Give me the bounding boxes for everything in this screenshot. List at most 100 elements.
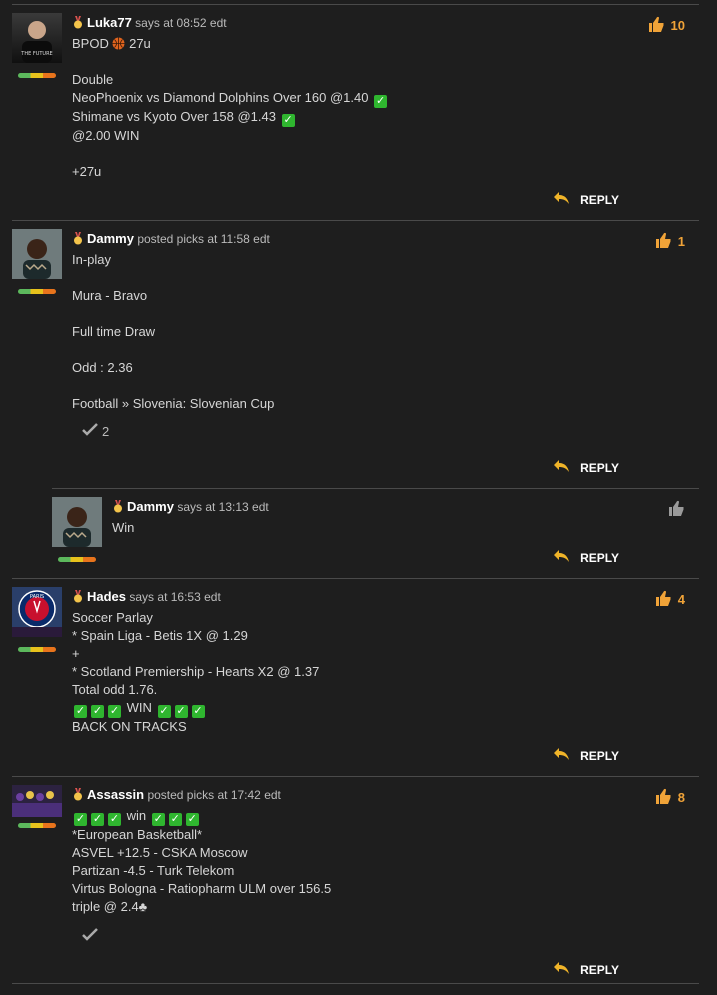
user-rating-bar bbox=[18, 73, 56, 78]
confirm-count: 2 bbox=[102, 423, 110, 439]
reply-arrow-icon bbox=[553, 191, 570, 208]
post-line: Football » Slovenia: Slovenian Cup bbox=[72, 396, 275, 411]
thumbs-up-icon bbox=[654, 231, 672, 252]
like-button[interactable]: 4 bbox=[654, 589, 685, 610]
post-body: Soccer Parlay * Spain Liga - Betis 1X @ … bbox=[72, 609, 579, 736]
check-icon bbox=[82, 928, 98, 944]
username[interactable]: Dammy bbox=[87, 231, 134, 246]
post-dammy-picks: Dammy posted picks at 11:58 edt In-play … bbox=[12, 220, 699, 481]
checkmark-icon: ✓ bbox=[168, 813, 182, 826]
checkmark-icon: ✓ bbox=[108, 813, 121, 826]
post-time: at 08:52 edt bbox=[163, 16, 227, 30]
post-time: at 16:53 edt bbox=[157, 590, 221, 604]
checkmark-icon: ✓ bbox=[74, 705, 87, 718]
post-line: Total odd 1.76. bbox=[72, 682, 158, 697]
post-line: * Spain Liga - Betis 1X @ 1.29 bbox=[72, 628, 248, 643]
medal-icon bbox=[72, 16, 84, 33]
post-line: + bbox=[72, 646, 80, 661]
avatar[interactable] bbox=[52, 497, 102, 547]
user-rating-bar bbox=[18, 647, 56, 652]
post-content: Luka77 says at 08:52 edt BPOD 27u Double… bbox=[72, 15, 579, 181]
reply-button[interactable]: REPLY bbox=[553, 191, 619, 208]
checkmark-icon: ✓ bbox=[157, 705, 171, 718]
post-dammy-reply: Dammy says at 13:13 edt Win REPLY bbox=[52, 488, 699, 571]
post-content: Assassin posted picks at 17:42 edt ✓ ✓ ✓ w… bbox=[72, 787, 579, 944]
avatar[interactable]: PARIS bbox=[12, 587, 62, 637]
thumbs-up-icon bbox=[647, 15, 665, 36]
post-line: In-play bbox=[72, 252, 112, 267]
post-verb: says bbox=[177, 500, 202, 514]
thumbs-up-icon bbox=[654, 589, 672, 610]
reply-button[interactable]: REPLY bbox=[553, 549, 619, 566]
post-line: Mura - Bravo bbox=[72, 288, 148, 303]
reply-label: REPLY bbox=[580, 748, 619, 763]
like-count: 4 bbox=[677, 592, 685, 607]
checkmark-icon: ✓ bbox=[151, 813, 165, 826]
username[interactable]: Luka77 bbox=[87, 15, 132, 30]
post-time: at 13:13 edt bbox=[205, 500, 269, 514]
reply-label: REPLY bbox=[580, 460, 619, 475]
like-count: 10 bbox=[670, 18, 685, 33]
post-line: Win bbox=[112, 520, 135, 535]
post-header: Dammy says at 13:13 edt bbox=[112, 499, 579, 517]
confirm-button[interactable]: 2 bbox=[82, 423, 579, 439]
post-header: Dammy posted picks at 11:58 edt bbox=[72, 231, 579, 249]
post-line: triple @ 2.4♣ bbox=[72, 899, 148, 914]
reply-button[interactable]: REPLY bbox=[553, 747, 619, 764]
checkmark-icon: ✓ bbox=[108, 705, 121, 718]
avatar[interactable] bbox=[12, 785, 62, 817]
post-line: Full time Draw bbox=[72, 324, 156, 339]
medal-icon bbox=[72, 590, 84, 607]
checkmark-icon: ✓ bbox=[74, 813, 87, 826]
post-time: at 17:42 edt bbox=[217, 788, 281, 802]
user-rating-bar bbox=[18, 823, 56, 828]
username[interactable]: Hades bbox=[87, 589, 126, 604]
check-icon bbox=[82, 423, 98, 439]
post-time: at 11:58 edt bbox=[207, 232, 270, 246]
checkmark-icon: ✓ bbox=[91, 705, 104, 718]
basketball-icon bbox=[112, 36, 125, 51]
reply-arrow-icon bbox=[553, 459, 570, 476]
post-line: BPOD 27u bbox=[72, 36, 151, 51]
like-button[interactable] bbox=[667, 499, 685, 520]
post-verb: says bbox=[129, 590, 155, 604]
post-line: Odd : 2.36 bbox=[72, 360, 133, 375]
reply-arrow-icon bbox=[553, 747, 570, 764]
username[interactable]: Dammy bbox=[127, 499, 174, 514]
post-verb: posted picks bbox=[137, 232, 205, 246]
post-assassin: Assassin posted picks at 17:42 edt ✓ ✓ ✓ w… bbox=[12, 776, 699, 984]
svg-text:THE FUTURE: THE FUTURE bbox=[20, 51, 52, 57]
checkmark-icon: ✓ bbox=[174, 705, 188, 718]
post-line: Shimane vs Kyoto Over 158 @1.43 ✓ bbox=[72, 109, 295, 127]
confirm-button[interactable] bbox=[82, 928, 579, 944]
post-line: ✓ ✓ ✓ WIN ✓ ✓ ✓ bbox=[74, 700, 205, 718]
post-content: Dammy posted picks at 11:58 edt In-play … bbox=[72, 231, 579, 439]
checkmark-icon: ✓ bbox=[91, 813, 104, 826]
avatar[interactable]: THE FUTURE bbox=[12, 13, 62, 63]
post-verb: posted picks bbox=[147, 788, 215, 802]
post-line: NeoPhoenix vs Diamond Dolphins Over 160 … bbox=[72, 90, 388, 108]
reply-label: REPLY bbox=[580, 192, 619, 207]
thumbs-up-icon bbox=[654, 787, 672, 808]
user-rating-bar bbox=[18, 289, 56, 294]
post-content: Hades says at 16:53 edt Soccer Parlay * … bbox=[72, 589, 579, 736]
post-luka77: THE FUTURE Luka77 says at 08:52 edt BPOD… bbox=[12, 4, 699, 220]
reply-button[interactable]: REPLY bbox=[553, 961, 619, 978]
username[interactable]: Assassin bbox=[87, 787, 144, 802]
post-content: Dammy says at 13:13 edt Win bbox=[112, 499, 579, 537]
post-line: +27u bbox=[72, 164, 102, 179]
post-line: ✓ ✓ ✓ win ✓ ✓ ✓ bbox=[74, 808, 199, 826]
user-rating-bar bbox=[58, 557, 96, 562]
checkmark-icon: ✓ bbox=[374, 95, 388, 108]
like-button[interactable]: 10 bbox=[647, 15, 685, 36]
post-verb: says bbox=[135, 16, 160, 30]
like-button[interactable]: 8 bbox=[654, 787, 685, 808]
reply-label: REPLY bbox=[580, 550, 619, 565]
post-body: Win bbox=[112, 519, 579, 537]
avatar[interactable] bbox=[12, 229, 62, 279]
like-button[interactable]: 1 bbox=[654, 231, 685, 252]
reply-button[interactable]: REPLY bbox=[553, 459, 619, 476]
post-line: * Scotland Premiership - Hearts X2 @ 1.3… bbox=[72, 664, 320, 679]
post-header: Assassin posted picks at 17:42 edt bbox=[72, 787, 579, 805]
post-line: *European Basketball* bbox=[72, 827, 203, 842]
